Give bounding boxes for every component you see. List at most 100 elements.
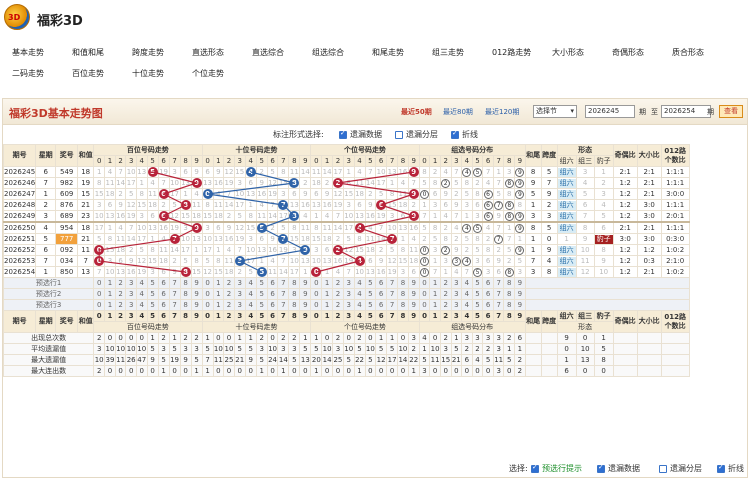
oddeven-cell: 1:2 (612, 199, 638, 211)
stat-cell: 0 (233, 365, 246, 377)
span-cell: 8 (540, 266, 558, 278)
digit-header: 0 (201, 310, 214, 322)
span-cell: 5 (540, 221, 558, 234)
option-line[interactable]: 折线 (451, 129, 478, 140)
miss-cell: 8 (503, 188, 516, 200)
miss-cell: 9 (439, 188, 452, 200)
footer-option-preselect[interactable]: 预选行提示 (531, 463, 582, 474)
span-cell: 9 (540, 244, 558, 256)
stat-cell: 5 (593, 343, 614, 355)
option-missing-layer[interactable]: 遗漏分层 (395, 129, 438, 140)
tail-cell: 9 (524, 177, 542, 189)
checkbox-checked-icon[interactable] (339, 129, 347, 139)
nav-item[interactable]: 012路走势 (480, 47, 540, 58)
span-cell: 7 (540, 177, 558, 189)
stat-cell: 0 (386, 365, 399, 377)
nav-item[interactable]: 奇偶形态 (600, 47, 660, 58)
checkbox-unchecked-icon[interactable] (395, 130, 403, 139)
preselect-row[interactable]: 预选行2 0 1 2 3 4 5 6 7 8 9 0 1 2 3 4 5 6 7 8 9 0 1 2 3 4 5 6 7 8 9 0 1 2 3 4 5… (2, 288, 690, 300)
recent-120-link[interactable]: 最近120期 (485, 107, 519, 117)
recent-50-link[interactable]: 最近50期 (401, 107, 432, 117)
checkbox-checked-icon[interactable] (717, 463, 725, 473)
miss-cell: 3 (310, 244, 323, 256)
preselect-row[interactable]: 预选行3 0 1 2 3 4 5 6 7 8 9 0 1 2 3 4 5 6 7 8 9 0 1 2 3 4 5 6 7 8 9 0 1 2 3 4 5… (2, 299, 690, 311)
nav-row-2: 二码走势 百位走势 十位走势 个位走势 (0, 63, 752, 84)
nav-item[interactable]: 跨度走势 (120, 47, 180, 58)
footer-option-missing-data[interactable]: 遗漏数据 (597, 463, 640, 474)
period-select[interactable]: 选择节 ▾ (533, 105, 577, 118)
miss-cell: 7 (407, 177, 420, 189)
option-missing-data[interactable]: 遗漏数据 (339, 129, 382, 140)
group-hit: 8 (503, 266, 516, 278)
nav-item[interactable]: 二码走势 (0, 68, 60, 79)
miss-cell: 19 (266, 188, 279, 200)
recent-80-link[interactable]: 最近80期 (443, 107, 473, 117)
footer-option-missing-layer[interactable]: 遗漏分层 (659, 463, 702, 474)
nav-item[interactable]: 个位走势 (180, 68, 240, 79)
nav-item[interactable]: 直选形态 (180, 47, 240, 58)
preselect-digit: 3 (125, 299, 137, 311)
stat-blank (660, 332, 690, 344)
bigsmall-cell: 2:1 (636, 188, 662, 200)
miss-cell: 8 (593, 244, 614, 256)
miss-cell: 13 (364, 266, 377, 278)
miss-cell: 4 (439, 166, 452, 178)
hit-ball-icon: 9 (300, 245, 310, 255)
mark-options: 标注形式选择: 遗漏数据 遗漏分层 折线 (3, 126, 747, 142)
to-issue-input[interactable]: 2026254 (661, 105, 711, 118)
miss-cell: 4 (482, 221, 494, 234)
miss-cell: 11 (212, 199, 225, 211)
checkbox-checked-icon[interactable] (451, 129, 459, 139)
issue-cell: 2026250 (2, 221, 37, 234)
digit-header: 1 (104, 310, 116, 322)
miss-cell: 8 (135, 188, 148, 200)
group-hit: 5 (471, 266, 484, 278)
stat-cell: 0 (104, 365, 116, 377)
miss-cell: 11 (288, 166, 301, 178)
miss-cell: 4 (593, 199, 614, 211)
miss-cell: 3 (471, 210, 484, 223)
nav-item[interactable]: 大小形态 (540, 47, 600, 58)
stat-cell: 5 (342, 354, 355, 366)
checkbox-checked-icon[interactable] (597, 463, 605, 473)
stat-cell: 2 (93, 332, 106, 344)
nav-item[interactable]: 组选综合 (300, 47, 360, 58)
nav-item[interactable]: 十位走势 (120, 68, 180, 79)
miss-cell: 6 (201, 166, 214, 178)
bigsmall-cell: 3:0 (636, 199, 662, 211)
stat-cell: 3 (492, 365, 505, 377)
preselect-label: 预选行3 (2, 299, 95, 311)
nav-item[interactable]: 和值和尾 (60, 47, 120, 58)
miss-cell: 4 (157, 233, 170, 245)
stat-cell: 22 (407, 354, 420, 366)
group-hit: 4 (461, 221, 473, 234)
preselect-digit: 8 (503, 277, 516, 289)
preselect-row[interactable]: 预选行1 0 1 2 3 4 5 6 7 8 9 0 1 2 3 4 5 6 7 8 9 0 1 2 3 4 5 6 7 8 9 0 1 2 3 4 5… (2, 277, 690, 289)
miss-cell: 14 (331, 221, 344, 234)
nav-item[interactable]: 直选综合 (240, 47, 300, 58)
stat-cell: 13 (575, 354, 595, 366)
miss-cell: 13 (212, 233, 225, 245)
stat-cell: 6 (461, 354, 473, 366)
digit-header: 3 (450, 155, 463, 167)
nav-item[interactable]: 基本走势 (0, 47, 60, 58)
miss-cell: 13 (353, 210, 366, 223)
mark-options-label: 标注形式选择: (273, 130, 324, 139)
stat-blank (660, 354, 690, 366)
footer-option-line[interactable]: 折线 (717, 463, 744, 474)
nav-item[interactable]: 质合形态 (660, 47, 720, 58)
nav-item[interactable]: 组三走势 (420, 47, 480, 58)
nav-item[interactable]: 百位走势 (60, 68, 120, 79)
checkbox-checked-icon[interactable] (531, 463, 539, 473)
query-button[interactable]: 查看 (719, 105, 743, 118)
preselect-digit: 3 (233, 299, 246, 311)
from-issue-input[interactable]: 2026245 (585, 105, 635, 118)
col-oddeven-header: 奇偶比 (612, 310, 638, 333)
nav-item[interactable]: 和尾走势 (360, 47, 420, 58)
012-cell: 1:0:2 (660, 244, 690, 256)
preselect-digit: 0 (310, 277, 323, 289)
checkbox-unchecked-icon[interactable] (659, 464, 667, 473)
miss-cell: 5 (375, 188, 388, 200)
preselect-digit: 2 (439, 299, 452, 311)
trend-panel: 福彩3D基本走势图 最近50期 最近80期 最近120期 选择节 ▾ 202624… (2, 98, 748, 478)
